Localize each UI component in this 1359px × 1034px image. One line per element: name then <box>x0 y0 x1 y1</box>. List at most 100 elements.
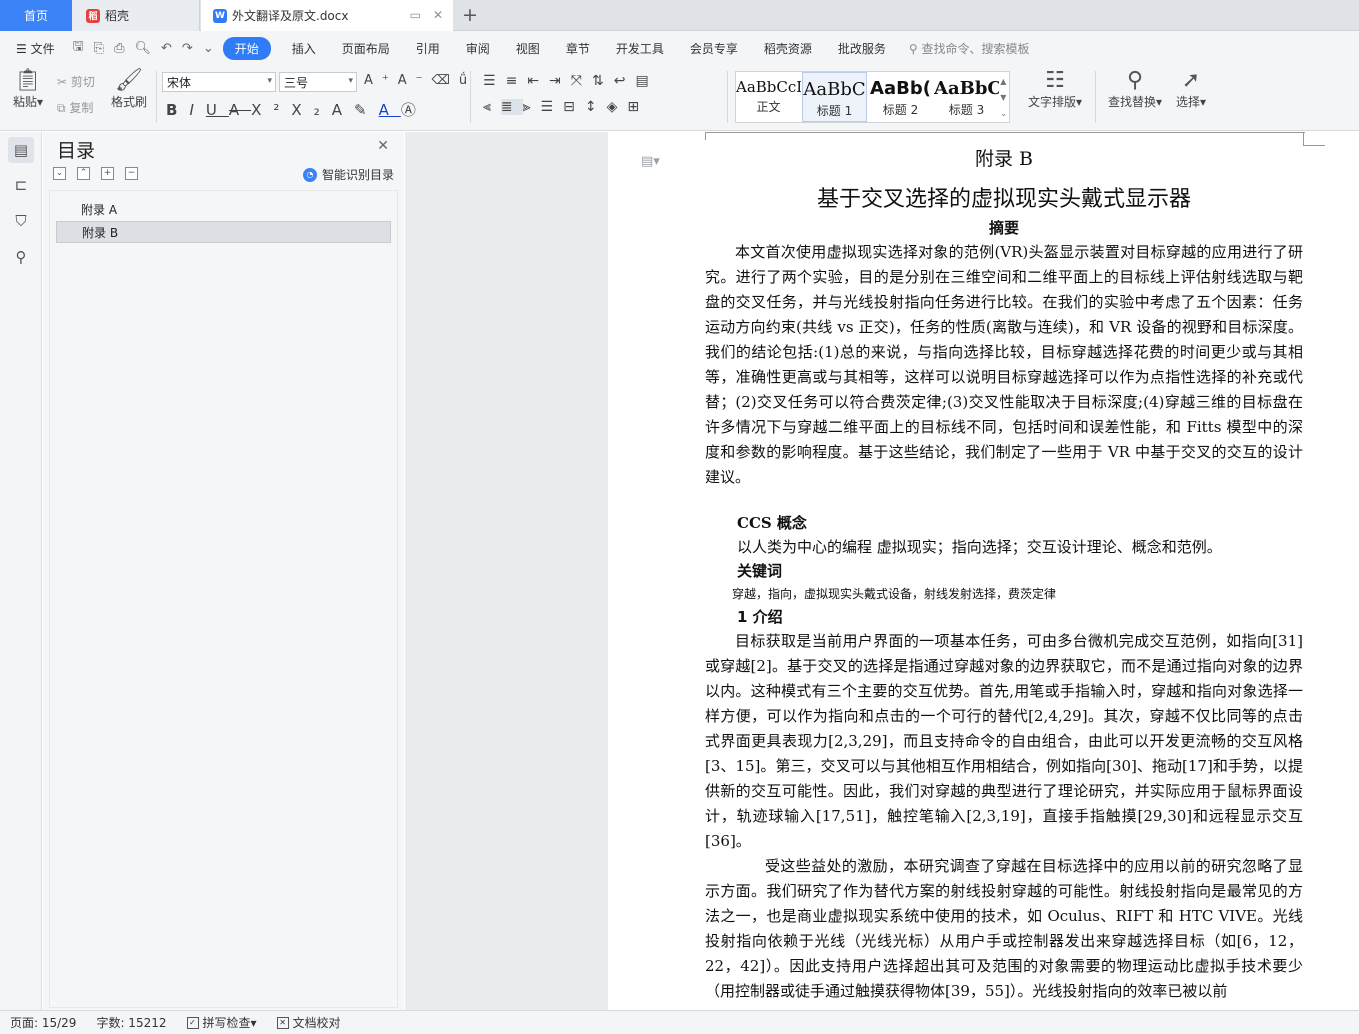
bold-icon[interactable]: B <box>166 101 189 119</box>
menu-daoke-resources[interactable]: 稻壳资源 <box>751 40 825 57</box>
strikethrough-icon[interactable]: A <box>229 101 251 119</box>
clear-format-icon[interactable]: ⌫ <box>432 73 459 88</box>
tab-document[interactable]: W 外文翻译及原文.docx ▭ ✕ <box>201 0 453 31</box>
export-pdf-icon[interactable]: ⎘ <box>89 41 109 56</box>
ribbon-toolbar: 📋︎ 粘贴▾ ✂ 剪切 ⧉ 复制 🖌︎ 格式刷 宋体 ▾ 三号 ▾ A⁺A⁻⌫ǘ B… <box>0 65 1359 131</box>
superscript-icon[interactable]: X² <box>251 101 291 119</box>
underline-icon[interactable]: U <box>206 101 229 119</box>
bullet-list-icon[interactable]: ☰ <box>483 73 506 89</box>
paste-dropdown-icon: ▾ <box>36 95 44 109</box>
chapter-nav-icon[interactable]: ⊏ <box>8 172 34 198</box>
font-name-select[interactable]: 宋体 ▾ <box>162 72 276 92</box>
print-icon[interactable]: ⎙ <box>109 41 129 56</box>
paragraph-row-1: ☰≡⇤⇥⤧⇅↩▤ <box>483 73 659 89</box>
line-spacing-icon[interactable]: ↕ <box>585 99 607 115</box>
shading-icon[interactable]: ◈ <box>607 99 628 115</box>
style-heading-3[interactable]: AaBbC 标题 3 <box>934 72 999 122</box>
tab-home-label: 首页 <box>23 9 48 23</box>
menu-page-layout[interactable]: 页面布局 <box>329 40 403 57</box>
sort-icon[interactable]: ⇅ <box>592 73 614 89</box>
show-marks-icon[interactable]: ↩ <box>614 73 636 89</box>
menu-references[interactable]: 引用 <box>403 40 453 57</box>
menu-file[interactable]: ☰ 文件 <box>0 40 68 57</box>
grow-font-icon[interactable]: A⁺ <box>364 73 398 88</box>
copy-button[interactable]: ⧉ 复制 <box>57 99 93 116</box>
save-icon[interactable]: 🖫 <box>68 37 89 59</box>
numbered-list-icon[interactable]: ≡ <box>506 73 528 89</box>
distribute-icon[interactable]: ⊟ <box>563 99 585 115</box>
intro-heading: 1 介绍 <box>737 608 783 626</box>
expand-all-icon[interactable]: ⌄ <box>53 167 66 180</box>
ribbon-divider <box>470 71 471 123</box>
table-grid-icon[interactable]: ▤ <box>635 73 658 89</box>
find-replace-button[interactable]: ⚲ 查找替换▾ <box>1104 69 1166 110</box>
bookmark-icon[interactable]: ⛉ <box>8 208 34 234</box>
menu-member[interactable]: 会员专享 <box>677 40 751 57</box>
subscript-icon[interactable]: X₂ <box>291 101 331 119</box>
smart-toc-label: 智能识别目录 <box>321 168 394 182</box>
remove-heading-icon[interactable]: − <box>125 167 138 180</box>
spell-check-button[interactable]: ✓ 拼写检查 ▾ <box>177 1014 267 1031</box>
menu-correction[interactable]: 批改服务 <box>825 40 899 57</box>
borders-icon[interactable]: ⊞ <box>627 99 649 115</box>
menu-insert[interactable]: 插入 <box>279 40 329 57</box>
redo-icon[interactable]: ↷ <box>177 41 198 56</box>
style-preview: AaBbC <box>803 79 866 100</box>
style-heading-1[interactable]: AaBbC 标题 1 <box>802 72 867 122</box>
word-count[interactable]: 字数: 15212 <box>86 1014 176 1031</box>
status-bar: 页面: 15/29 字数: 15212 ✓ 拼写检查 ▾ ✕ 文档校对 <box>0 1010 1359 1034</box>
close-icon[interactable]: ✕ <box>377 138 389 154</box>
select-button[interactable]: ➚ 选择▾ <box>1172 69 1210 110</box>
undo-icon[interactable]: ↶ <box>156 41 177 56</box>
search-icon[interactable]: ⚲ <box>8 244 34 270</box>
page-count[interactable]: 页面: 15/29 <box>0 1014 86 1031</box>
highlight-icon[interactable]: ✎ <box>354 101 379 119</box>
menu-developer[interactable]: 开发工具 <box>603 40 677 57</box>
print-preview-icon[interactable]: 🔍︎ <box>129 41 156 56</box>
menu-view[interactable]: 视图 <box>503 40 553 57</box>
new-tab-plus-icon[interactable]: + <box>462 4 478 26</box>
text-layout-button[interactable]: ☷ 文字排版▾ <box>1024 69 1086 110</box>
paste-button[interactable]: 📋︎ 粘贴▾ <box>10 69 46 110</box>
document-page[interactable]: ▤▾ 附录 B 基于交叉选择的虚拟现实头戴式显示器 摘要 本文首次使用虚拟现实选… <box>608 132 1359 1010</box>
smart-toc-button[interactable]: ◔ 智能识别目录 <box>302 166 394 183</box>
collapse-all-icon[interactable]: ⌃ <box>77 167 90 180</box>
menu-start[interactable]: 开始 <box>222 36 271 60</box>
font-size-select[interactable]: 三号 ▾ <box>279 72 357 92</box>
toc-item-appendix-b[interactable]: 附录 B <box>56 221 391 243</box>
font-color-icon[interactable]: A <box>379 101 401 119</box>
char-border-icon[interactable]: Ⓐ <box>401 101 428 119</box>
tab-home[interactable]: 首页 <box>0 0 72 31</box>
ribbon-divider <box>727 71 728 123</box>
menu-review[interactable]: 审阅 <box>453 40 503 57</box>
increase-indent-icon[interactable]: ⇥ <box>549 73 571 89</box>
chevron-down-icon: ▾ <box>348 76 353 86</box>
align-left-icon[interactable]: ⫷ <box>483 99 501 115</box>
menu-chapter[interactable]: 章节 <box>553 40 603 57</box>
page-note-icon[interactable]: ▤▾ <box>641 154 660 169</box>
quick-access-dropdown-icon[interactable]: ⌄ <box>198 41 219 56</box>
tab-daoke[interactable]: 稻 稻壳 <box>72 0 200 31</box>
styles-scroll-icon[interactable]: ▲ ▼ ⌄ <box>1000 74 1007 122</box>
format-painter-button[interactable]: 🖌︎ 格式刷 <box>108 69 150 110</box>
align-center-icon[interactable]: ≣ <box>500 99 523 115</box>
tab-close-icon[interactable]: ✕ <box>433 8 443 22</box>
chinese-layout-icon[interactable]: ⤧ <box>571 73 592 89</box>
add-heading-icon[interactable]: + <box>101 167 114 180</box>
command-search[interactable]: ⚲ 查找命令、搜索模板 <box>899 40 1030 57</box>
italic-icon[interactable]: I <box>189 101 205 119</box>
toc-panel-icon[interactable]: ▤ <box>8 137 34 163</box>
tab-float-icon[interactable]: ▭ <box>410 8 421 22</box>
pinyin-icon[interactable]: ǘ <box>459 73 476 88</box>
style-heading-2[interactable]: AaBb( 标题 2 <box>868 72 933 122</box>
text-effect-icon[interactable]: A <box>332 101 354 119</box>
justify-icon[interactable]: ☰ <box>541 99 564 115</box>
decrease-indent-icon[interactable]: ⇤ <box>527 73 549 89</box>
cut-button[interactable]: ✂ 剪切 <box>57 73 95 90</box>
abstract-paragraph: 本文首次使用虚拟现实选择对象的范例(VR)头盔显示装置对目标穿越的应用进行了研究… <box>705 243 1303 486</box>
style-normal[interactable]: AaBbCcI 正文 <box>736 72 801 122</box>
shrink-font-icon[interactable]: A⁻ <box>398 73 432 88</box>
align-right-icon[interactable]: ⫸ <box>523 99 541 115</box>
toc-item-appendix-a[interactable]: 附录 A <box>56 199 391 221</box>
proofread-button[interactable]: ✕ 文档校对 <box>267 1014 351 1031</box>
